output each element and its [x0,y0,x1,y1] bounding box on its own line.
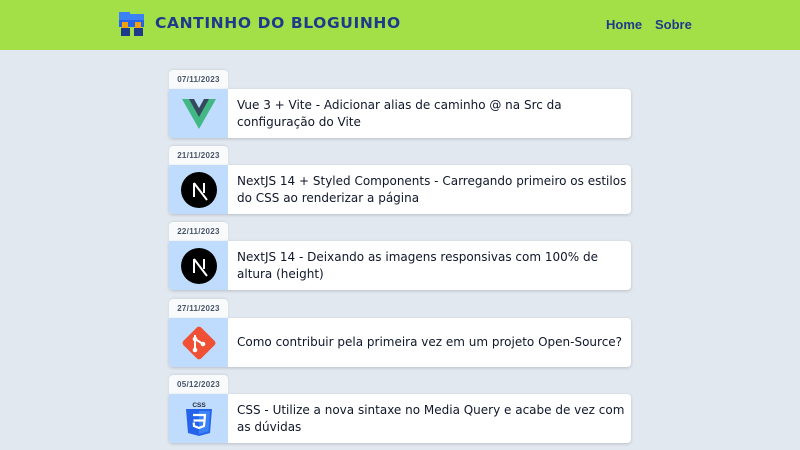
css3-icon: CSS [185,402,212,436]
post-card[interactable]: Como contribuir pela primeira vez em um … [169,318,631,367]
post-title[interactable]: Como contribuir pela primeira vez em um … [237,318,627,367]
post-title[interactable]: CSS - Utilize a nova sintaxe no Media Qu… [237,394,627,443]
blog-logo-icon[interactable] [118,11,146,37]
post-date: 07/11/2023 [169,70,228,90]
vue-icon [181,98,216,129]
post-card[interactable]: CSS CSS - Utilize a nova sintaxe no Medi… [169,394,631,443]
post-title[interactable]: NextJS 14 + Styled Components - Carregan… [237,165,627,214]
site-header: Cantinho do Bloguinho Home Sobre [0,0,800,50]
git-icon [182,326,215,359]
nextjs-icon [180,171,217,208]
post-date: 21/11/2023 [169,146,228,166]
post-card[interactable]: NextJS 14 + Styled Components - Carregan… [169,165,631,214]
post-card[interactable]: Vue 3 + Vite - Adicionar alias de caminh… [169,89,631,138]
nav-home-link[interactable]: Home [606,17,642,32]
post-thumbnail [169,241,228,290]
site-title[interactable]: Cantinho do Bloguinho [155,14,401,32]
post-thumbnail [169,165,228,214]
nextjs-icon [180,247,217,284]
post-thumbnail: CSS [169,394,228,443]
nav-sobre-link[interactable]: Sobre [655,17,692,32]
post-card[interactable]: NextJS 14 - Deixando as imagens responsi… [169,241,631,290]
post-title[interactable]: Vue 3 + Vite - Adicionar alias de caminh… [237,89,627,138]
post-thumbnail [169,318,228,367]
post-date: 22/11/2023 [169,222,228,242]
post-title[interactable]: NextJS 14 - Deixando as imagens responsi… [237,241,627,290]
post-thumbnail [169,89,228,138]
svg-text:CSS: CSS [192,402,206,409]
post-date: 05/12/2023 [169,375,228,395]
post-date: 27/11/2023 [169,299,228,319]
